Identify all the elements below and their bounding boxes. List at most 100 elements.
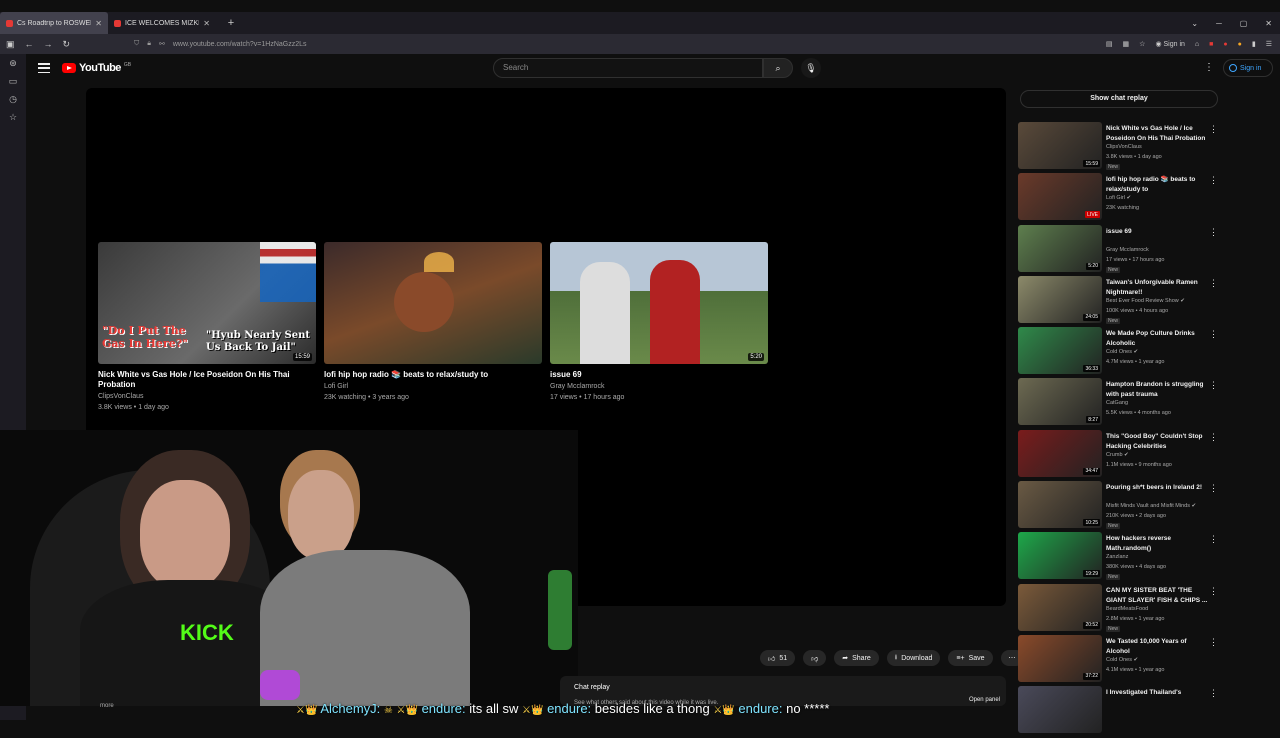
- endscreen-channel[interactable]: Gray Mcclamrock: [550, 382, 768, 391]
- dislike-button[interactable]: 👎︎: [803, 650, 827, 666]
- recommendation-channel[interactable]: Misfit Minds Vault and Misfit Minds ✔: [1106, 503, 1216, 509]
- endscreen-channel[interactable]: Lofi Girl: [324, 382, 542, 391]
- recommendation-item[interactable]: 19:29 How hackers reverse Math.random() Za…: [1018, 532, 1222, 583]
- endscreen-video-card[interactable]: lofi hip hop radio 📚 beats to relax/stud…: [324, 242, 542, 402]
- recommendation-item[interactable]: 8:27 Hampton Brandon is struggling with p…: [1018, 378, 1222, 429]
- show-chat-replay-button[interactable]: Show chat replay: [1020, 90, 1218, 108]
- recommendation-channel[interactable]: Lofi Girl ✔: [1106, 195, 1216, 201]
- history-icon[interactable]: ◷: [0, 90, 26, 108]
- recommendation-item[interactable]: 5:20 issue 69 Gray Mcclamrock 17 views • 17…: [1018, 224, 1222, 276]
- maximize-icon[interactable]: ▢: [1240, 19, 1248, 28]
- endscreen-video-title[interactable]: lofi hip hop radio 📚 beats to relax/stud…: [324, 370, 542, 380]
- recommendation-channel[interactable]: Cold Ones ✔: [1106, 349, 1216, 355]
- new-tab-icon[interactable]: +: [224, 16, 238, 30]
- recommendation-thumbnail[interactable]: 37:22: [1018, 634, 1102, 682]
- recommendation-item[interactable]: 10:25 Pouring sh*t beers in Ireland 2! Mis…: [1018, 481, 1222, 532]
- recommendation-title[interactable]: We Tasted 10,000 Years of Alcohol: [1106, 637, 1210, 657]
- recommendation-thumbnail[interactable]: 20:52: [1018, 583, 1102, 631]
- extension-icon[interactable]: ●: [1223, 41, 1227, 48]
- close-tab-icon[interactable]: ✕: [203, 19, 210, 28]
- search-icon[interactable]: ⌕: [763, 58, 793, 78]
- url-text[interactable]: www.youtube.com/watch?v=1HzNaGzz2Ls: [173, 41, 307, 48]
- reader-icon[interactable]: ▤: [1106, 40, 1113, 48]
- extension-icon[interactable]: ⌂: [1195, 41, 1199, 48]
- recommendation-item[interactable]: 15:59 Nick White vs Gas Hole / Ice Poseid…: [1018, 122, 1222, 173]
- recommendation-channel[interactable]: ClipsVonClaus: [1106, 144, 1216, 150]
- close-tab-icon[interactable]: ✕: [95, 19, 102, 28]
- tabs-icon[interactable]: ▭: [0, 72, 26, 90]
- recommendation-item[interactable]: 24:05 Taiwan's Unforgivable Ramen Nightma…: [1018, 275, 1222, 327]
- account-signin[interactable]: ◉ Sign in: [1155, 40, 1184, 48]
- recommendation-channel[interactable]: Cold Ones ✔: [1106, 657, 1216, 663]
- endscreen-video-card[interactable]: 5:20 issue 69 Gray Mcclamrock 17 views •…: [550, 242, 768, 402]
- ai-icon[interactable]: ⊛: [0, 54, 26, 72]
- search-input[interactable]: Search: [493, 58, 763, 78]
- recommendation-title[interactable]: We Made Pop Culture Drinks Alcoholic: [1106, 329, 1210, 349]
- more-options-icon[interactable]: ⋮: [1209, 175, 1218, 186]
- recommendation-channel[interactable]: Best Ever Food Review Show ✔: [1106, 298, 1216, 304]
- recommendation-thumbnail[interactable]: 5:20: [1018, 224, 1102, 272]
- share-button[interactable]: ➦ Share: [834, 650, 879, 666]
- video-thumbnail[interactable]: [324, 242, 542, 364]
- browser-tab[interactable]: ICE WELCOMES MIZKIF + XENA ✕: [108, 12, 216, 34]
- permissions-icon[interactable]: ⚯: [159, 40, 165, 48]
- more-options-icon[interactable]: ⋮: [1209, 227, 1218, 238]
- extension-icon[interactable]: ■: [1209, 41, 1213, 48]
- more-options-icon[interactable]: ⋮: [1209, 688, 1218, 699]
- menu-icon[interactable]: ☰: [1266, 40, 1272, 48]
- recommendation-channel[interactable]: CatGang: [1106, 400, 1216, 406]
- hamburger-menu-icon[interactable]: [38, 62, 50, 74]
- description-more-link[interactable]: more: [100, 703, 114, 709]
- more-options-icon[interactable]: ⋮: [1209, 534, 1218, 545]
- recommendation-title[interactable]: This "Good Boy" Couldn't Stop Hacking Ce…: [1106, 432, 1210, 452]
- open-panel-button[interactable]: Open panel: [969, 697, 1000, 703]
- extension-icon[interactable]: ▮: [1252, 40, 1256, 48]
- bookmarks-icon[interactable]: ☆: [0, 108, 26, 126]
- recommendation-item[interactable]: I Investigated Thailand's ⋮: [1018, 686, 1222, 737]
- recommendation-thumbnail[interactable]: 10:25: [1018, 481, 1102, 529]
- url-bar[interactable]: ⛉ 🔒︎ ⚯ www.youtube.com/watch?v=1HzNaGzz2…: [134, 37, 1084, 51]
- recommendation-item[interactable]: 20:52 CAN MY SISTER BEAT 'THE GIANT SLAYE…: [1018, 583, 1222, 635]
- picture-icon[interactable]: ▦: [1123, 40, 1130, 48]
- endscreen-video-title[interactable]: issue 69: [550, 370, 768, 380]
- bookmark-star-icon[interactable]: ☆: [1139, 40, 1145, 48]
- recommendation-thumbnail[interactable]: 19:29: [1018, 532, 1102, 580]
- recommendation-thumbnail[interactable]: 24:05: [1018, 275, 1102, 323]
- back-icon[interactable]: ←: [25, 39, 34, 49]
- more-options-icon[interactable]: ⋮: [1209, 278, 1218, 289]
- recommendation-channel[interactable]: Crumb ✔: [1106, 452, 1216, 458]
- shield-icon[interactable]: ⛉: [134, 40, 139, 48]
- microphone-icon[interactable]: 🎙︎: [801, 58, 821, 78]
- recommendation-title[interactable]: Hampton Brandon is struggling with past …: [1106, 380, 1210, 400]
- recommendation-item[interactable]: 36:33 We Made Pop Culture Drinks Alcoholi…: [1018, 327, 1222, 378]
- endscreen-video-title[interactable]: Nick White vs Gas Hole / Ice Poseidon On…: [98, 370, 316, 390]
- recommendation-title[interactable]: Nick White vs Gas Hole / Ice Poseidon On…: [1106, 124, 1210, 144]
- endscreen-video-card[interactable]: "Do I Put The Gas In Here?" "Hyub Nearly…: [98, 242, 316, 412]
- recommendation-thumbnail[interactable]: [1018, 686, 1102, 734]
- save-button[interactable]: ≡+ Save: [948, 650, 993, 666]
- recommendation-title[interactable]: lofi hip hop radio 📚 beats to relax/stud…: [1106, 175, 1210, 195]
- recommendation-title[interactable]: Taiwan's Unforgivable Ramen Nightmare!!: [1106, 278, 1210, 298]
- recommendation-title[interactable]: CAN MY SISTER BEAT 'THE GIANT SLAYER' FI…: [1106, 586, 1210, 606]
- recommendation-channel[interactable]: BeardMeatsFood: [1106, 606, 1216, 612]
- more-options-icon[interactable]: ⋮: [1204, 62, 1214, 73]
- recommendation-thumbnail[interactable]: 36:33: [1018, 327, 1102, 375]
- recommendation-thumbnail[interactable]: LIVE: [1018, 173, 1102, 221]
- sidebar-toggle-icon[interactable]: ▣: [6, 39, 15, 50]
- extension-icon[interactable]: ●: [1238, 41, 1242, 48]
- recommendation-thumbnail[interactable]: 8:27: [1018, 378, 1102, 426]
- recommendation-title[interactable]: I Investigated Thailand's: [1106, 688, 1210, 698]
- recommendation-channel[interactable]: Gray Mcclamrock: [1106, 247, 1216, 253]
- sign-in-button[interactable]: Sign in: [1223, 59, 1273, 77]
- more-options-icon[interactable]: ⋮: [1209, 124, 1218, 135]
- recommendation-item[interactable]: LIVE lofi hip hop radio 📚 beats to relax/…: [1018, 173, 1222, 224]
- recommendation-thumbnail[interactable]: 34:47: [1018, 429, 1102, 477]
- like-button[interactable]: 👍︎ 51: [760, 650, 796, 666]
- recommendation-title[interactable]: Pouring sh*t beers in Ireland 2!: [1106, 483, 1210, 493]
- more-options-icon[interactable]: ⋮: [1209, 432, 1218, 443]
- close-window-icon[interactable]: ✕: [1265, 19, 1272, 28]
- more-options-icon[interactable]: ⋮: [1209, 637, 1218, 648]
- more-options-icon[interactable]: ⋮: [1209, 380, 1218, 391]
- recommendation-thumbnail[interactable]: 15:59: [1018, 122, 1102, 169]
- browser-tab-active[interactable]: Cs Roadtrip to ROSWELL ✕: [0, 12, 108, 34]
